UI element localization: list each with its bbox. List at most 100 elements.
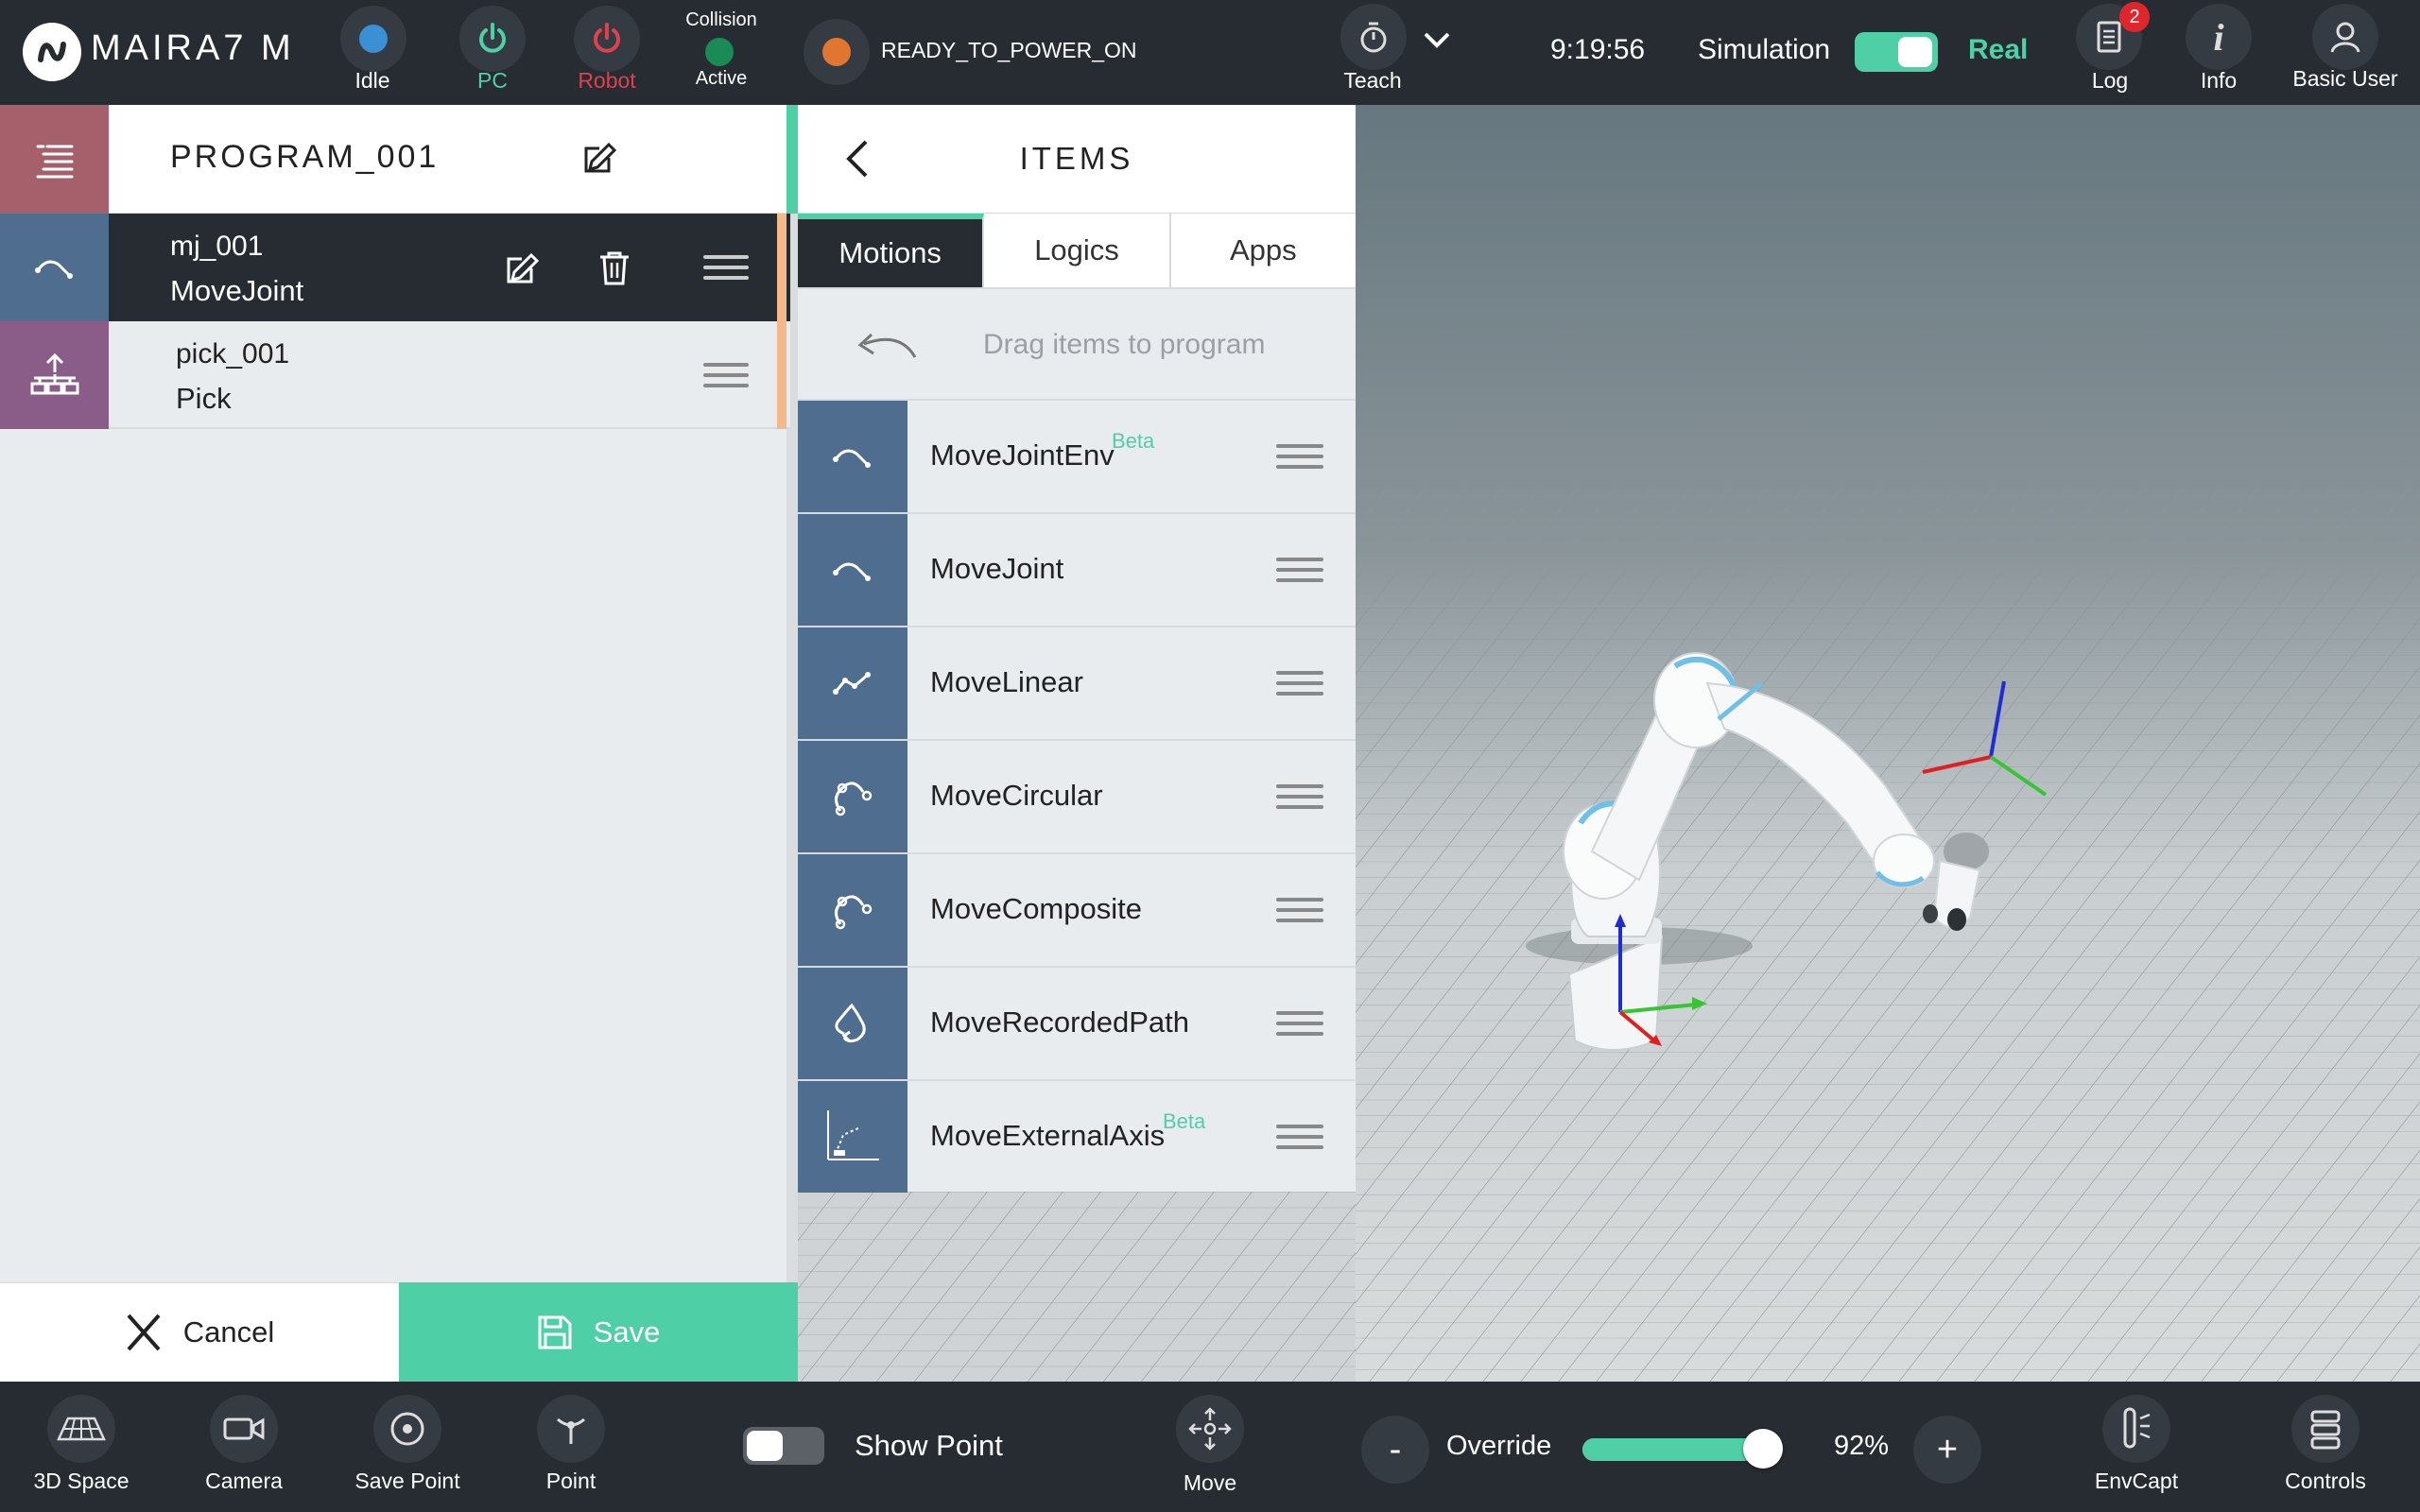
edit-program-button[interactable]: [580, 139, 618, 181]
teach-button[interactable]: [1340, 4, 1407, 70]
point-button[interactable]: [537, 1395, 605, 1463]
collision-indicator-icon: [705, 38, 734, 66]
item-label: MoveCircular: [930, 779, 1103, 812]
override-decrease-button[interactable]: -: [1361, 1416, 1429, 1484]
target-icon: [390, 1412, 424, 1446]
bottom-toolbar: 3D Space Camera Save Point Point Show Po…: [0, 1382, 2420, 1512]
user-button[interactable]: [2312, 4, 2378, 70]
pc-power-button[interactable]: [459, 6, 526, 72]
show-point-toggle[interactable]: [743, 1427, 824, 1465]
move-button[interactable]: [1176, 1395, 1244, 1463]
trash-icon: [600, 251, 629, 285]
camera-button[interactable]: [210, 1395, 278, 1463]
robot-scene: [1356, 488, 2420, 1382]
chevron-down-icon[interactable]: [1422, 28, 1452, 58]
moverecordedpath-icon: [798, 968, 908, 1079]
controls-button[interactable]: [2291, 1395, 2360, 1463]
override-increase-button[interactable]: +: [1913, 1416, 1981, 1484]
floor-grid: [798, 1192, 1356, 1382]
drag-handle-icon[interactable]: [1276, 1011, 1323, 1042]
3d-space-button[interactable]: [47, 1395, 115, 1463]
item-label: MoveRecordedPath: [930, 1005, 1189, 1039]
3d-viewport[interactable]: [1356, 105, 2420, 1382]
edit-row-button[interactable]: [503, 249, 541, 292]
collision-label: Collision: [685, 9, 757, 30]
log-icon: [2097, 21, 2121, 53]
row-type: MoveJoint: [170, 274, 304, 307]
movelinear-icon: [798, 627, 908, 739]
info-button[interactable]: i: [2186, 4, 2252, 70]
override-label: Override: [1446, 1431, 1552, 1461]
drag-hint: Drag items to program: [798, 291, 1356, 399]
movecircular-icon: [798, 741, 908, 852]
item-movecircular[interactable]: MoveCircular: [798, 739, 1356, 852]
show-point-label: Show Point: [855, 1429, 1003, 1462]
item-label: MoveExternalAxis: [930, 1119, 1166, 1152]
drag-handle-icon[interactable]: [1276, 671, 1323, 702]
drag-handle-icon[interactable]: [1276, 784, 1323, 816]
movejoint-icon: [798, 401, 908, 512]
beta-badge: Beta: [1112, 429, 1155, 453]
movejoint-icon: [798, 514, 908, 626]
move-arrows-icon: [1188, 1407, 1232, 1451]
tab-apps[interactable]: Apps: [1171, 214, 1356, 287]
curved-arrow-icon: [857, 333, 917, 358]
tab-logics[interactable]: Logics: [984, 214, 1171, 287]
clock: 9:19:56: [1550, 34, 1646, 65]
override-slider-fill: [1582, 1438, 1764, 1461]
camera-icon: [223, 1418, 265, 1440]
point-label: Point: [545, 1469, 596, 1493]
override-value: 92%: [1834, 1431, 1890, 1461]
item-movecomposite[interactable]: MoveComposite: [798, 852, 1356, 966]
idle-indicator-icon: [359, 25, 388, 53]
row-marker: [777, 321, 786, 429]
pick-icon: [0, 321, 109, 429]
drag-handle-icon[interactable]: [1276, 898, 1323, 929]
program-row-pick-001[interactable]: pick_001 Pick: [0, 321, 790, 429]
collision-state: Active: [695, 68, 748, 89]
power-icon: [594, 23, 620, 53]
drag-handle-icon[interactable]: [1276, 558, 1323, 589]
close-icon: [127, 1314, 161, 1351]
3d-viewport-floor[interactable]: [798, 1192, 1356, 1382]
save-button[interactable]: Save: [399, 1282, 798, 1382]
panel-divider: [786, 105, 798, 214]
item-label: MoveJoint: [930, 552, 1064, 585]
moveexternalaxis-icon: [798, 1081, 908, 1193]
save-point-button[interactable]: [373, 1395, 441, 1463]
item-moveexternalaxis[interactable]: MoveExternalAxis Beta: [798, 1079, 1356, 1193]
override-slider-knob[interactable]: [1743, 1429, 1784, 1469]
teach-label: Teach: [1343, 68, 1402, 93]
row-type: Pick: [176, 382, 232, 415]
status-indicator-icon: [822, 38, 851, 66]
edit-icon: [507, 252, 540, 284]
items-title: ITEMS: [1019, 141, 1134, 176]
program-row-mj-001[interactable]: mj_001 MoveJoint: [0, 214, 790, 321]
items-tabs: Motions Logics Apps: [798, 214, 1356, 289]
drag-handle-icon[interactable]: [1276, 444, 1323, 475]
item-movelinear[interactable]: MoveLinear: [798, 626, 1356, 739]
status-button[interactable]: [804, 19, 870, 85]
drag-handle-icon[interactable]: [703, 363, 749, 394]
item-movejoint[interactable]: MoveJoint: [798, 512, 1356, 626]
item-moverecordedpath[interactable]: MoveRecordedPath: [798, 966, 1356, 1079]
program-title: PROGRAM_001: [170, 139, 440, 175]
item-label: MoveComposite: [930, 892, 1142, 925]
item-movejointenv[interactable]: MoveJointEnv Beta: [798, 399, 1356, 512]
program-menu-button[interactable]: [0, 105, 109, 214]
save-label: Save: [593, 1314, 661, 1349]
simulation-real-toggle[interactable]: [1855, 32, 1938, 72]
robot-power-button[interactable]: [574, 6, 640, 72]
idle-button[interactable]: [340, 6, 406, 72]
envcapt-button[interactable]: [2102, 1395, 2170, 1463]
tab-motions[interactable]: Motions: [798, 214, 985, 287]
envcapt-label: EnvCapt: [2094, 1469, 2179, 1493]
camera-label: Camera: [205, 1469, 283, 1493]
collision-indicator-button[interactable]: [705, 38, 734, 66]
drag-handle-icon[interactable]: [1276, 1125, 1323, 1156]
cancel-button[interactable]: Cancel: [0, 1282, 399, 1382]
stopwatch-icon: [1360, 22, 1387, 53]
delete-row-button[interactable]: [597, 249, 631, 292]
drag-handle-icon[interactable]: [703, 255, 749, 286]
item-label: MoveJointEnv: [930, 438, 1115, 472]
